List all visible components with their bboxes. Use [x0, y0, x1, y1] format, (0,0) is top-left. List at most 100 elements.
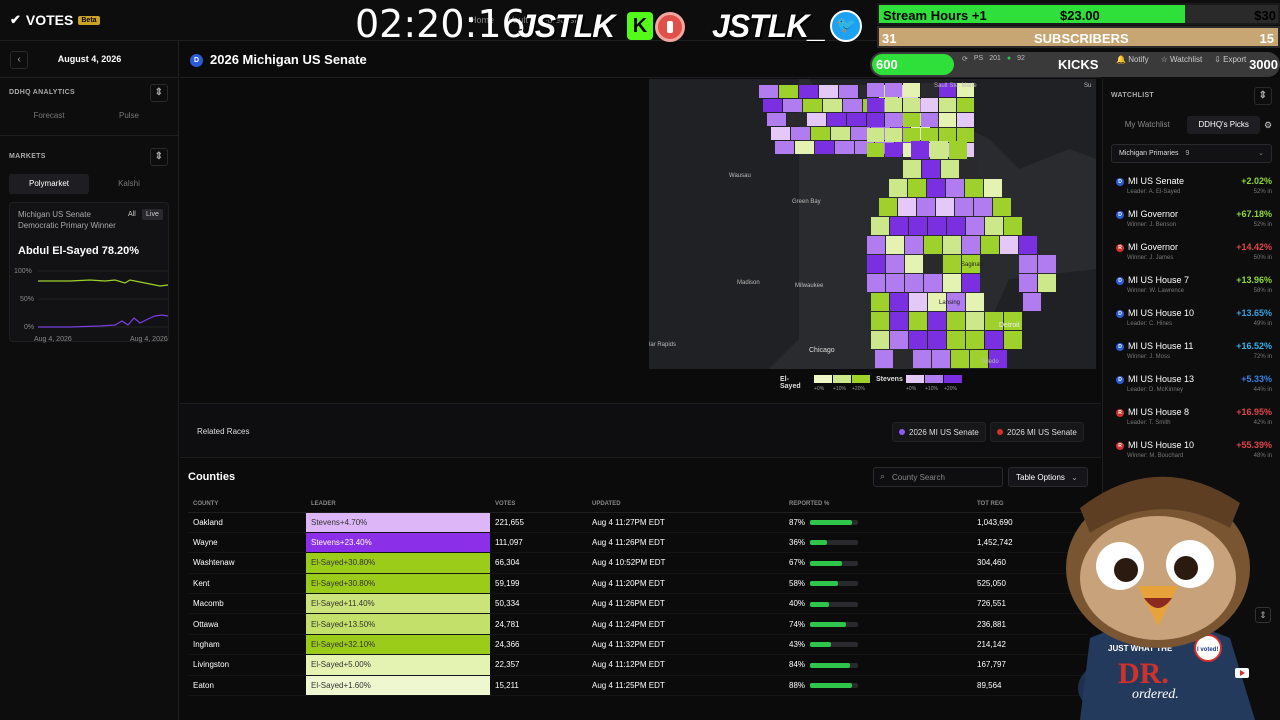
county-shape [779, 85, 798, 98]
table-row[interactable]: Livingston El-Sayed+5.00% 22,357 Aug 4 11:1… [188, 654, 1088, 676]
table-row[interactable]: Kent El-Sayed+30.80% 59,199 Aug 4 11:20PM E… [188, 573, 1088, 595]
party-dot-icon [997, 429, 1003, 435]
county-shape [965, 179, 983, 197]
table-row[interactable]: Ottawa El-Sayed+13.50% 24,781 Aug 4 11:24PM… [188, 613, 1088, 635]
county-shape [949, 141, 967, 159]
county-shape [867, 274, 885, 292]
goal-target: $30 [1254, 8, 1276, 23]
reported-bar [810, 540, 859, 546]
county-name: Macomb [188, 593, 306, 615]
map-city-label: Sault Ste. Marie [934, 83, 977, 89]
related-label: Related Races [197, 427, 250, 436]
market-card[interactable]: Michigan US Senate Democratic Primary Wi… [9, 202, 169, 343]
county-map[interactable]: Sault Ste. Marie Wausau Green Bay Madiso… [649, 79, 1096, 369]
col-header[interactable]: REPORTED % [784, 496, 972, 513]
county-shape [807, 113, 826, 126]
leader-cell: El-Sayed+1.60% [306, 675, 490, 697]
expand-icon[interactable]: ⇕ [1254, 87, 1272, 105]
tab-ddhq-picks[interactable]: DDHQ's Picks [1187, 116, 1260, 134]
watchlist-item[interactable]: D MI US House 7 Winner: W. Lawrence +13.96%… [1111, 274, 1272, 307]
col-header[interactable]: COUNTY [188, 496, 306, 513]
county-shape [957, 113, 974, 127]
watchlist-item[interactable]: R MI Governor Winner: J. James +14.42% 50% i… [1111, 241, 1272, 274]
updated-cell: Aug 4 10:52PM EDT [587, 552, 784, 574]
county-shape [960, 160, 978, 178]
related-race-chip[interactable]: 2026 MI US Senate [990, 422, 1084, 442]
county-shape [1038, 274, 1056, 292]
party-badge: D [190, 54, 203, 67]
county-shape [962, 274, 980, 292]
tab-forecast[interactable]: Forecast [9, 106, 89, 126]
county-shape [783, 99, 802, 112]
table-row[interactable]: Wayne Stevens+23.40% 111,097 Aug 4 11:26PM … [188, 532, 1088, 554]
tab-my-watchlist[interactable]: My Watchlist [1111, 116, 1183, 134]
table-row[interactable]: Ingham El-Sayed+32.10% 24,366 Aug 4 11:32PM… [188, 634, 1088, 656]
legend-label-a: El-Sayed [780, 376, 801, 390]
expand-icon[interactable]: ⇕ [150, 148, 168, 166]
watchlist-item[interactable]: D MI US Senate Leader: A. El-Sayed +2.02% 52… [1111, 175, 1272, 208]
gear-icon[interactable]: ⚙ [1264, 116, 1272, 134]
county-shape [871, 312, 889, 330]
reported-value: 52% in [1253, 189, 1272, 195]
reported-cell: 43% [784, 634, 972, 656]
table-row[interactable]: Washtenaw El-Sayed+30.80% 66,304 Aug 4 10:5… [188, 552, 1088, 574]
leader-cell: Stevens+23.40% [306, 532, 490, 554]
notify-button[interactable]: 🔔 Notify [1116, 55, 1149, 64]
watchlist-item[interactable]: R MI US House 8 Leader: T. Smith +16.95% 42%… [1111, 406, 1272, 439]
county-name: Washtenaw [188, 552, 306, 574]
y-tick: 100% [14, 268, 32, 275]
watchlist-item[interactable]: D MI Governor Winner: J. Benson +67.18% 52% … [1111, 208, 1272, 241]
expand-icon[interactable]: ⇕ [1255, 607, 1271, 623]
reported-cell: 40% [784, 593, 972, 615]
export-button[interactable]: ⇩ Export [1214, 55, 1246, 64]
tab-pulse[interactable]: Pulse [89, 106, 169, 126]
county-shape [1038, 255, 1056, 273]
county-shape [966, 217, 984, 235]
county-shape [886, 255, 904, 273]
market-headline: Abdul El-Sayed 78.20% [18, 245, 140, 257]
x-tick: Aug 4, 2026 [34, 336, 72, 343]
county-shape [835, 141, 854, 154]
table-row[interactable]: Oakland Stevens+4.70% 221,655 Aug 4 11:27PM… [188, 512, 1088, 533]
county-shape [928, 312, 946, 330]
legend-tick: +0% [814, 386, 825, 392]
primaries-select[interactable]: Michigan Primaries 9 ⌄ [1111, 144, 1272, 163]
range-live-button[interactable]: Live [142, 209, 163, 220]
table-row[interactable]: Macomb El-Sayed+11.40% 50,334 Aug 4 11:26PM… [188, 593, 1088, 615]
county-shape [871, 331, 889, 349]
legend-swatch [852, 375, 870, 383]
county-search-input[interactable]: ⌕ County Search [873, 467, 1003, 487]
range-all-button[interactable]: All [124, 209, 140, 220]
leader-cell: El-Sayed+13.50% [306, 613, 490, 635]
watchlist-item[interactable]: D MI US House 10 Leader: C. Hines +13.65% 49… [1111, 307, 1272, 340]
watchlist-item[interactable]: D MI US House 13 Leader: D. McKinney +5.33%… [1111, 373, 1272, 406]
race-name: MI Governor [1128, 242, 1179, 252]
table-row[interactable]: Eaton El-Sayed+1.60% 15,211 Aug 4 11:25PM E… [188, 675, 1088, 697]
legend-tick: +10% [833, 386, 846, 392]
expand-icon[interactable]: ⇕ [150, 84, 168, 102]
county-shape [767, 113, 786, 126]
tab-polymarket[interactable]: Polymarket [9, 174, 89, 194]
reported-fill [810, 560, 843, 566]
search-icon: ⌕ [880, 471, 886, 481]
col-header[interactable]: VOTES [490, 496, 587, 513]
col-header[interactable]: LEADER [306, 496, 490, 513]
county-shape [898, 198, 916, 216]
related-race-chip[interactable]: 2026 MI US Senate [892, 422, 986, 442]
county-shape [928, 331, 946, 349]
county-shape [867, 255, 885, 273]
county-shape [894, 350, 912, 368]
county-shape [966, 312, 984, 330]
app-logo[interactable]: ✔ VOTES Beta [10, 12, 100, 28]
county-shape [823, 99, 842, 112]
reported-cell: 87% [784, 512, 972, 533]
watchlist-button[interactable]: ☆ Watchlist [1161, 55, 1203, 64]
refresh-icon[interactable]: ⟳ [962, 55, 968, 63]
tab-kalshi[interactable]: Kalshi [89, 174, 169, 194]
leader-cell: El-Sayed+5.00% [306, 654, 490, 676]
map-city-label: Chicago [809, 347, 835, 354]
col-header[interactable]: UPDATED [587, 496, 784, 513]
county-shape [885, 113, 902, 127]
watchlist-item[interactable]: D MI US House 11 Winner: J. Moss +16.52% 72%… [1111, 340, 1272, 373]
votes-cell: 66,304 [490, 552, 587, 574]
